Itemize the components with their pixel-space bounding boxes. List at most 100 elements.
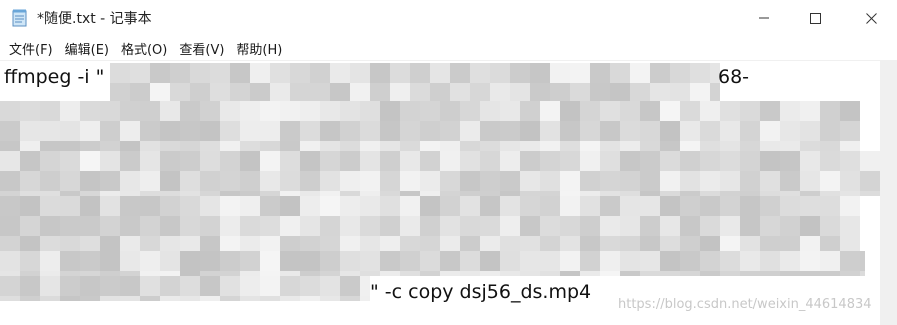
menu-edit[interactable]: 编辑(E) <box>59 39 113 58</box>
mosaic-cell <box>520 251 540 271</box>
mosaic-cell <box>840 101 860 121</box>
mosaic-cell <box>120 196 140 216</box>
mosaic-cell <box>480 101 500 121</box>
mosaic-cell <box>140 251 160 271</box>
mosaic-cell <box>460 236 480 251</box>
mosaic-cell <box>260 216 280 236</box>
mosaic-cell <box>840 171 860 191</box>
vertical-scrollbar[interactable] <box>880 61 897 325</box>
menu-view[interactable]: 查看(V) <box>173 39 228 58</box>
mosaic-cell <box>820 271 840 276</box>
mosaic-cell <box>360 101 380 121</box>
mosaic-cell <box>740 251 760 271</box>
mosaic-cell <box>0 216 20 236</box>
mosaic-cell <box>480 141 500 151</box>
mosaic-cell <box>80 271 100 276</box>
mosaic-cell <box>360 296 370 301</box>
mosaic-cell <box>640 151 660 171</box>
mosaic-cell <box>700 251 720 271</box>
mosaic-cell <box>480 171 500 191</box>
minimize-icon <box>759 17 769 19</box>
mosaic-cell <box>780 151 800 171</box>
mosaic-cell <box>540 196 560 216</box>
window-title: *随便.txt - 记事本 <box>37 11 152 27</box>
mosaic-cell <box>600 236 620 251</box>
mosaic-cell <box>330 83 350 101</box>
mosaic-cell <box>560 101 580 121</box>
mosaic-cell <box>820 151 840 171</box>
mosaic-cell <box>520 141 540 151</box>
mosaic-cell <box>460 216 480 236</box>
mosaic-cell <box>280 276 300 296</box>
mosaic-cell <box>100 251 120 271</box>
mosaic-cell <box>450 83 470 101</box>
mosaic-cell <box>720 121 740 141</box>
mosaic-cell <box>820 216 840 236</box>
mosaic-cell <box>840 216 860 236</box>
mosaic-cell <box>660 271 680 276</box>
minimize-button[interactable] <box>741 0 787 36</box>
close-button[interactable] <box>848 0 894 36</box>
mosaic-cell <box>560 171 580 191</box>
mosaic-cell <box>140 151 160 171</box>
mosaic-cell <box>680 121 700 141</box>
mosaic-cell <box>140 276 160 296</box>
mosaic-cell <box>400 101 420 121</box>
mosaic-cell <box>480 191 500 196</box>
mosaic-cell <box>120 216 140 236</box>
mosaic-cell <box>160 196 180 216</box>
mosaic-cell <box>120 171 140 191</box>
mosaic-cell <box>260 141 280 151</box>
mosaic-cell <box>620 236 640 251</box>
mosaic-cell <box>210 83 230 101</box>
mosaic-cell <box>310 63 330 83</box>
mosaic-cell <box>80 101 100 121</box>
mosaic-cell <box>200 271 220 276</box>
mosaic-cell <box>620 191 640 196</box>
mosaic-cell <box>660 101 680 121</box>
maximize-button[interactable] <box>792 0 838 36</box>
mosaic-cell <box>260 151 280 171</box>
mosaic-cell <box>740 151 760 171</box>
mosaic-cell <box>800 171 820 191</box>
mosaic-cell <box>780 251 800 271</box>
mosaic-cell <box>860 171 880 191</box>
mosaic-cell <box>140 121 160 141</box>
mosaic-cell <box>660 251 680 271</box>
mosaic-cell <box>520 271 540 276</box>
mosaic-cell <box>700 236 720 251</box>
mosaic-cell <box>300 251 320 271</box>
menu-file[interactable]: 文件(F) <box>3 39 57 58</box>
mosaic-cell <box>640 121 660 141</box>
mosaic-cell <box>660 121 680 141</box>
mosaic-cell <box>140 236 160 251</box>
mosaic-cell <box>540 271 560 276</box>
mosaic-cell <box>200 276 220 296</box>
mosaic-cell <box>20 276 40 296</box>
mosaic-cell <box>150 63 170 83</box>
mosaic-cell <box>540 101 560 121</box>
mosaic-cell <box>0 101 20 121</box>
mosaic-cell <box>290 83 310 101</box>
mosaic-cell <box>200 151 220 171</box>
mosaic-cell <box>640 236 660 251</box>
mosaic-cell <box>500 191 520 196</box>
mosaic-cell <box>840 196 860 216</box>
mosaic-cell <box>520 151 540 171</box>
mosaic-cell <box>320 101 340 121</box>
mosaic-cell <box>40 196 60 216</box>
mosaic-cell <box>700 216 720 236</box>
mosaic-cell <box>40 141 60 151</box>
mosaic-cell <box>360 191 380 196</box>
mosaic-cell <box>280 191 300 196</box>
mosaic-cell <box>780 191 800 196</box>
mosaic-cell <box>440 101 460 121</box>
menu-help[interactable]: 帮助(H) <box>230 39 286 58</box>
mosaic-cell <box>20 216 40 236</box>
mosaic-cell <box>480 151 500 171</box>
mosaic-cell <box>100 296 120 301</box>
menu-format[interactable]: 格式(O) <box>115 39 171 58</box>
mosaic-cell <box>490 83 510 101</box>
mosaic-cell <box>390 83 410 101</box>
mosaic-cell <box>0 236 20 251</box>
